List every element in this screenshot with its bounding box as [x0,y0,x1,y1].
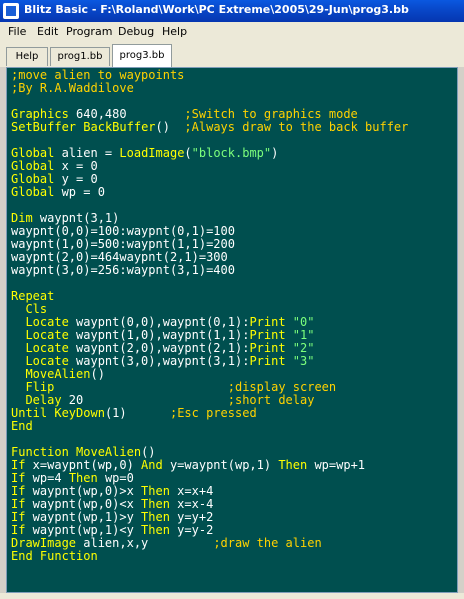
tab-strip: Help prog1.bb prog3.bb [0,41,464,67]
code-line[interactable]: waypnt(3,0)=256:waypnt(3,1)=400 [11,264,408,277]
code-line[interactable]: Repeat [11,290,408,303]
code-line[interactable] [11,277,408,290]
menu-debug[interactable]: Debug [118,25,154,38]
code-line[interactable]: End [11,420,408,433]
code-line[interactable]: Until KeyDown(1) ;Esc pressed [11,407,408,420]
app-icon [3,3,19,19]
tab-help[interactable]: Help [6,47,48,66]
tab-prog3[interactable]: prog3.bb [112,44,172,67]
title-bar[interactable]: Blitz Basic - F:\Roland\Work\PC Extreme\… [0,0,464,22]
code-line[interactable]: ;By R.A.Waddilove [11,82,408,95]
menu-program[interactable]: Program [66,25,112,38]
code-editor[interactable]: ;move alien to waypoints ;By R.A.Waddilov… [6,67,458,593]
code-line[interactable]: SetBuffer BackBuffer() ;Always draw to t… [11,121,408,134]
menu-file[interactable]: File [8,25,26,38]
window-title: Blitz Basic - F:\Roland\Work\PC Extreme\… [24,3,409,16]
menu-help[interactable]: Help [162,25,187,38]
menu-edit[interactable]: Edit [37,25,58,38]
code-line[interactable]: Global wp = 0 [11,186,408,199]
tab-prog1[interactable]: prog1.bb [50,47,110,66]
menu-bar: File Edit Program Debug Help [0,22,464,42]
code-text[interactable]: ;move alien to waypoints ;By R.A.Waddilov… [11,69,408,563]
code-line[interactable]: End Function [11,550,408,563]
status-edge [0,593,464,599]
